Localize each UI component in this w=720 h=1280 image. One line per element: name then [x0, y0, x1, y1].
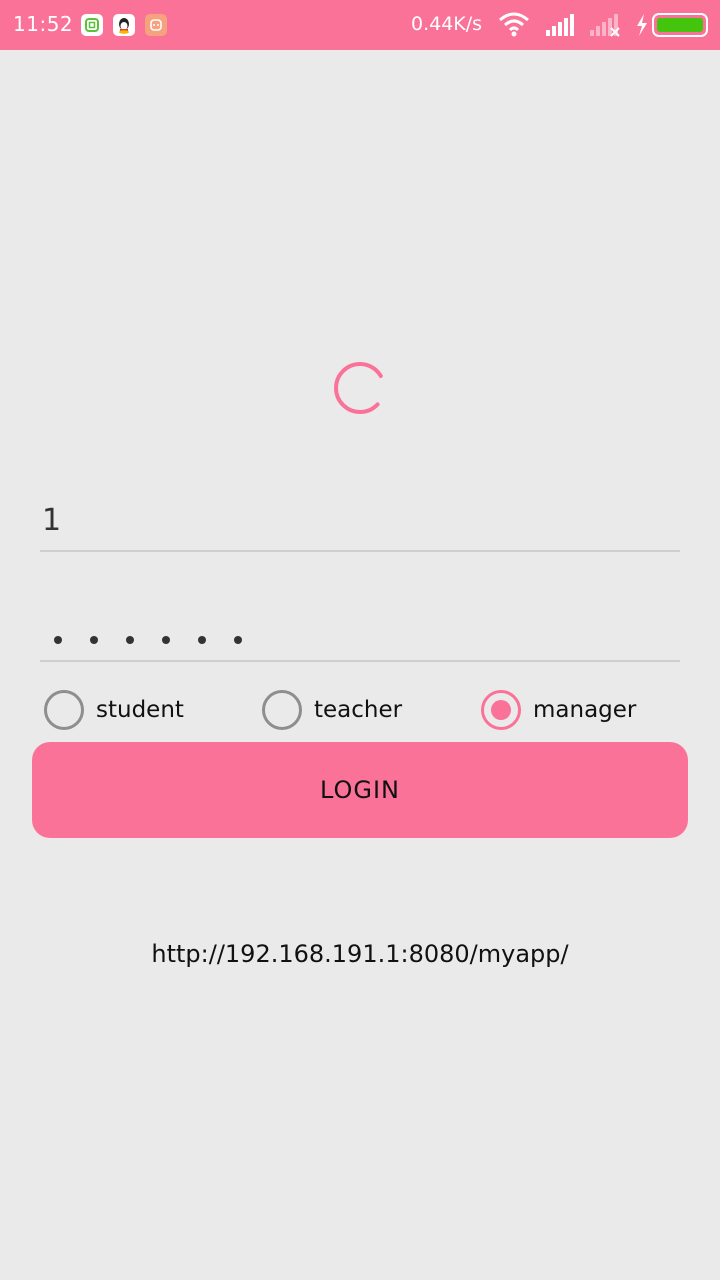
login-button[interactable]: LOGIN	[32, 742, 688, 838]
radio-label-student: student	[96, 697, 184, 723]
wechat-icon	[81, 14, 103, 36]
password-mask	[54, 629, 270, 648]
radio-circle	[44, 690, 84, 730]
qq-icon	[113, 14, 135, 36]
network-speed: 0.44K/s	[411, 13, 483, 35]
password-dot	[162, 636, 170, 644]
battery-icon	[652, 13, 710, 41]
username-input[interactable]	[40, 490, 684, 550]
username-field[interactable]	[40, 490, 684, 552]
password-dot	[198, 636, 206, 644]
status-bar: 11:52 0.44K/s	[0, 0, 720, 50]
password-dot	[54, 636, 62, 644]
status-time: 11:52	[13, 12, 74, 36]
wifi-icon	[498, 11, 530, 43]
radio-dot	[491, 700, 511, 720]
signal-no-sim-icon	[589, 11, 623, 43]
radio-label-teacher: teacher	[314, 697, 403, 723]
password-dot	[126, 636, 134, 644]
radio-label-manager: manager	[533, 697, 637, 723]
password-dot	[234, 636, 242, 644]
server-url: http://192.168.191.1:8080/myapp/	[151, 940, 569, 968]
charging-icon	[634, 11, 650, 43]
radio-circle	[262, 690, 302, 730]
password-dot	[90, 636, 98, 644]
loading-spinner	[332, 360, 388, 416]
signal-icon	[545, 11, 577, 43]
password-field[interactable]	[40, 600, 680, 662]
app-icon	[145, 14, 167, 36]
